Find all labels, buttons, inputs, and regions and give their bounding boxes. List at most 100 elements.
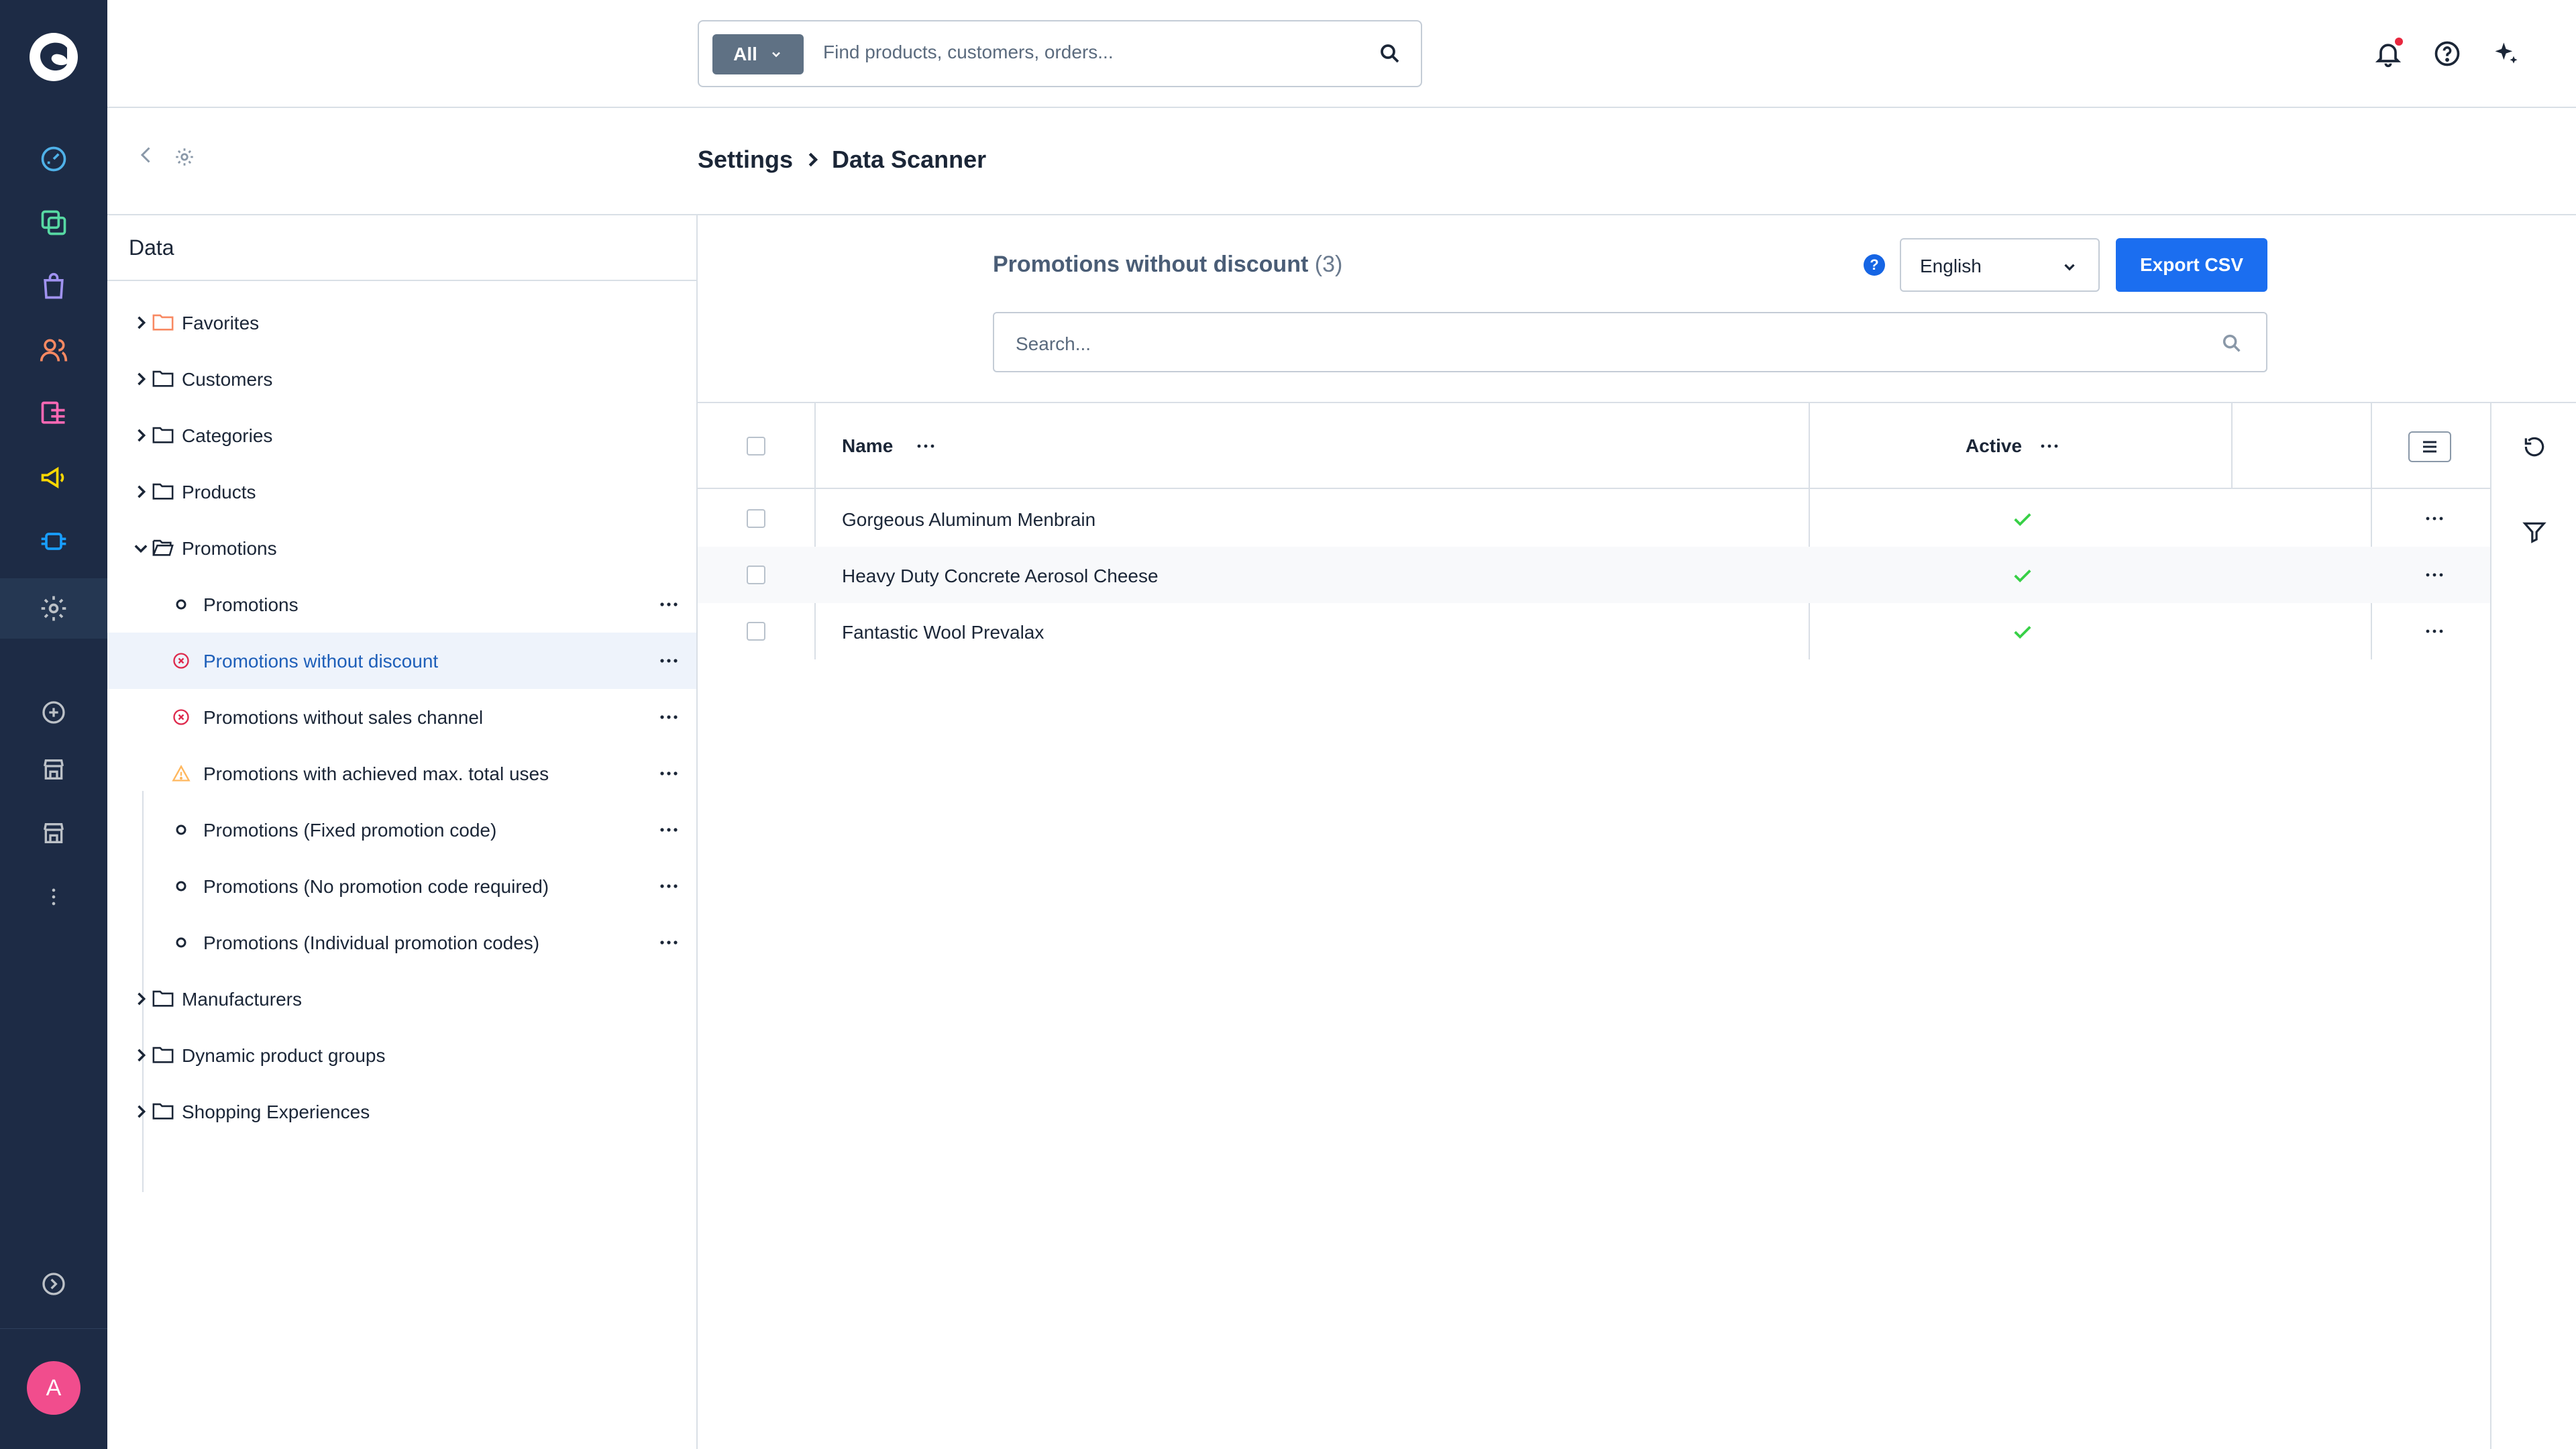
- tree-item-promotions-without-sales-channel[interactable]: Promotions without sales channel: [107, 689, 696, 745]
- table-row[interactable]: Fantastic Wool Prevalax: [698, 603, 2490, 659]
- global-search[interactable]: All Find products, customers, orders...: [698, 20, 1422, 87]
- list-title: Promotions without discount (3): [993, 252, 1342, 278]
- tree-folder-label: Customers: [182, 369, 273, 390]
- list-search-field[interactable]: Search...: [993, 312, 2267, 372]
- orders-icon[interactable]: [34, 266, 74, 307]
- folder-icon: [152, 481, 174, 501]
- tree-folder-manufacturers[interactable]: Manufacturers: [107, 971, 696, 1027]
- back-arrow-icon[interactable]: [134, 143, 158, 167]
- user-avatar[interactable]: A: [27, 1361, 80, 1415]
- active-check-icon: [2012, 623, 2033, 641]
- row-name[interactable]: Fantastic Wool Prevalax: [842, 622, 1044, 643]
- breadcrumb-parent[interactable]: Settings: [698, 146, 793, 174]
- module-settings-gear-icon[interactable]: [173, 146, 196, 168]
- tree-item-promotions[interactable]: Promotions: [107, 576, 696, 633]
- search-scope-select[interactable]: All: [712, 34, 804, 74]
- global-search-input[interactable]: Find products, customers, orders...: [823, 42, 1114, 63]
- refresh-icon[interactable]: [2521, 433, 2548, 460]
- chevron-right-icon[interactable]: [131, 1046, 150, 1065]
- search-icon[interactable]: [1378, 42, 1402, 66]
- marketing-icon[interactable]: [34, 458, 74, 498]
- tree-folder-dynamic-product-groups[interactable]: Dynamic product groups: [107, 1027, 696, 1083]
- search-icon[interactable]: [2220, 332, 2243, 355]
- breadcrumb-current: Data Scanner: [832, 146, 987, 173]
- select-all-checkbox[interactable]: [747, 437, 765, 455]
- chevron-right-icon[interactable]: [131, 482, 150, 501]
- row-actions-icon[interactable]: [2424, 625, 2445, 638]
- export-csv-button[interactable]: Export CSV: [2116, 238, 2267, 292]
- more-horizontal-icon[interactable]: [659, 709, 679, 725]
- more-horizontal-icon[interactable]: [659, 765, 679, 782]
- column-options-icon[interactable]: [916, 439, 936, 453]
- more-horizontal-icon[interactable]: [659, 822, 679, 838]
- folder-icon: [152, 1044, 174, 1065]
- tree-folder-shopping-experiences[interactable]: Shopping Experiences: [107, 1083, 696, 1140]
- tree-item-promotions-no-code[interactable]: Promotions (No promotion code required): [107, 858, 696, 914]
- tree-folder-label: Shopping Experiences: [182, 1102, 370, 1122]
- tree-item-promotions-fixed-code[interactable]: Promotions (Fixed promotion code): [107, 802, 696, 858]
- tree-folder-label: Promotions: [182, 538, 277, 559]
- row-checkbox[interactable]: [747, 622, 765, 641]
- tree-item-promotions-without-discount[interactable]: Promotions without discount: [107, 633, 696, 689]
- chevron-right-icon[interactable]: [131, 1102, 150, 1121]
- tree-folder-products[interactable]: Products: [107, 464, 696, 520]
- content-icon[interactable]: [34, 394, 74, 434]
- column-settings-button[interactable]: [2408, 431, 2451, 462]
- help-icon[interactable]: [2427, 34, 2467, 74]
- tree-folder-label: Favorites: [182, 313, 260, 333]
- storefront-2-icon[interactable]: [34, 813, 74, 853]
- row-name[interactable]: Heavy Duty Concrete Aerosol Cheese: [842, 566, 1159, 587]
- status-error-icon: [172, 708, 191, 727]
- tree-item-label: Promotions without discount: [203, 651, 439, 672]
- tree-item-promotions-individual-codes[interactable]: Promotions (Individual promotion codes): [107, 914, 696, 971]
- language-select[interactable]: English: [1900, 238, 2100, 292]
- more-horizontal-icon[interactable]: [659, 653, 679, 669]
- add-circle-icon[interactable]: [34, 692, 74, 733]
- expand-nav-icon[interactable]: [34, 1264, 74, 1304]
- row-checkbox[interactable]: [747, 566, 765, 584]
- tree-folder-favorites[interactable]: Favorites: [107, 294, 696, 351]
- customers-icon[interactable]: [34, 330, 74, 370]
- more-vertical-icon[interactable]: [34, 877, 74, 917]
- settings-icon[interactable]: [34, 588, 74, 629]
- chevron-right-icon[interactable]: [131, 313, 150, 332]
- tree-folder-promotions[interactable]: Promotions: [107, 520, 696, 576]
- tree-folder-categories[interactable]: Categories: [107, 407, 696, 464]
- column-header-active[interactable]: Active: [1966, 435, 2022, 457]
- folder-icon: [152, 988, 174, 1008]
- chevron-down-icon[interactable]: [131, 539, 150, 557]
- list-search-input[interactable]: Search...: [1016, 333, 1091, 355]
- chevron-right-icon[interactable]: [131, 370, 150, 388]
- list-menu-icon: [2423, 441, 2436, 453]
- language-select-value: English: [1920, 256, 1982, 276]
- row-actions-icon[interactable]: [2424, 568, 2445, 582]
- dashboard-icon[interactable]: [34, 139, 74, 179]
- column-header-name[interactable]: Name: [842, 435, 893, 457]
- more-horizontal-icon[interactable]: [659, 878, 679, 894]
- storefront-icon[interactable]: [34, 749, 74, 790]
- row-actions-icon[interactable]: [2424, 512, 2445, 525]
- ai-sparkle-icon[interactable]: [2486, 34, 2526, 74]
- content-toolbar: Promotions without discount (3) ? Englis…: [698, 215, 2576, 403]
- status-error-icon: [172, 651, 191, 670]
- row-checkbox[interactable]: [747, 509, 765, 528]
- column-options-icon[interactable]: [2039, 439, 2059, 453]
- tree-folder-customers[interactable]: Customers: [107, 351, 696, 407]
- tree-item-label: Promotions without sales channel: [203, 707, 484, 728]
- catalog-icon[interactable]: [34, 203, 74, 243]
- notifications-bell-icon[interactable]: [2368, 34, 2408, 74]
- extensions-icon[interactable]: [34, 521, 74, 561]
- filter-icon[interactable]: [2521, 519, 2548, 545]
- row-name[interactable]: Gorgeous Aluminum Menbrain: [842, 509, 1095, 531]
- list-title-text: Promotions without discount: [993, 252, 1309, 277]
- table-row[interactable]: Heavy Duty Concrete Aerosol Cheese: [698, 547, 2490, 603]
- shopware-logo-icon[interactable]: [27, 30, 80, 84]
- more-horizontal-icon[interactable]: [659, 596, 679, 612]
- chevron-right-icon[interactable]: [131, 426, 150, 445]
- more-horizontal-icon[interactable]: [659, 934, 679, 951]
- help-info-icon[interactable]: ?: [1864, 254, 1885, 276]
- tree-item-promotions-max-uses[interactable]: Promotions with achieved max. total uses: [107, 745, 696, 802]
- chevron-right-icon[interactable]: [131, 989, 150, 1008]
- tree-item-label: Promotions (No promotion code required): [203, 876, 549, 897]
- table-row[interactable]: Gorgeous Aluminum Menbrain: [698, 490, 2490, 547]
